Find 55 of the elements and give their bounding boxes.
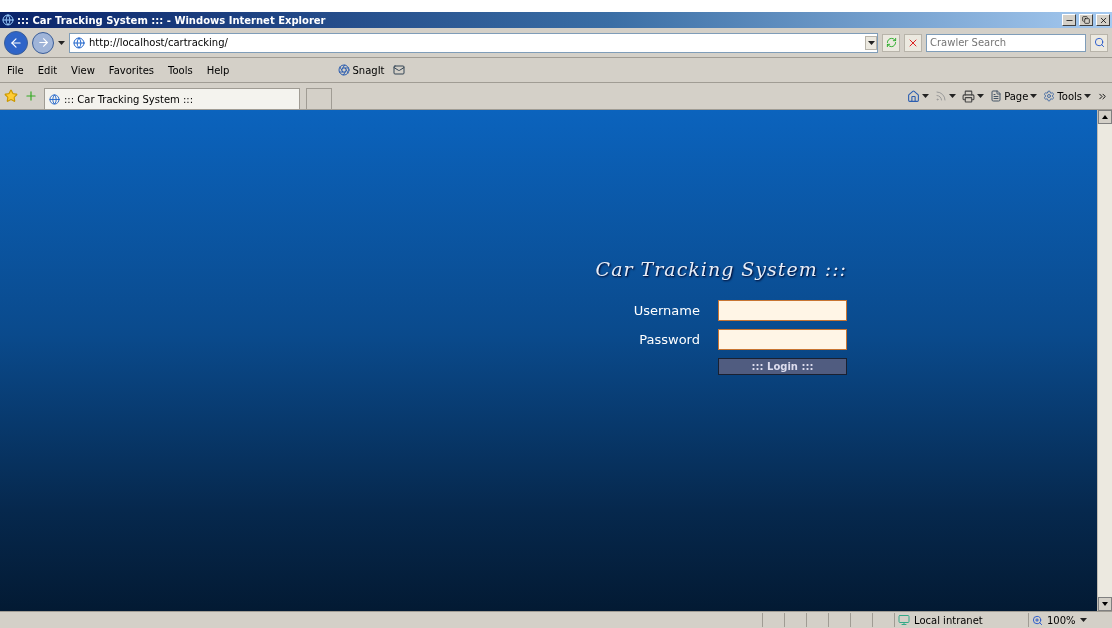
caret-icon[interactable] [949,94,957,98]
scroll-down-button[interactable] [1098,597,1112,611]
window-title: ::: Car Tracking System ::: - Windows Internet Explorer [17,14,327,26]
menu-item[interactable]: Help [203,64,233,76]
login-title: Car Tracking System ::: [595,258,847,280]
address-field[interactable]: http://localhost/cartracking/ [69,32,878,53]
input-field[interactable] [718,329,847,350]
zoom-button[interactable]: 100% [1047,614,1076,626]
refresh-icon [885,37,897,48]
forward-button[interactable] [32,31,54,54]
field-label: Password [639,332,700,347]
dropdown-button[interactable] [865,35,877,50]
envelope-icon[interactable] [392,64,405,76]
input-field[interactable] [718,300,847,321]
back-button[interactable] [4,30,28,55]
scrollbar[interactable] [1097,110,1112,611]
restore-icon [1082,16,1090,24]
search-icon [1093,37,1105,48]
caret-icon[interactable] [1084,94,1091,98]
url-text: http://localhost/cartracking/ [89,37,229,48]
browser-tab[interactable]: ::: Car Tracking System ::: [44,88,300,109]
caret-icon[interactable] [1030,94,1038,98]
close-button[interactable] [1096,14,1110,26]
snagit-button[interactable]: SnagIt [352,64,385,76]
dropdown-arrow-icon[interactable] [58,40,65,45]
close-icon [1098,15,1108,25]
restore-button[interactable] [1079,14,1093,26]
zone-text: Local intranet [914,614,983,626]
menu-item[interactable]: Favorites [105,64,157,76]
search-button[interactable] [1090,33,1108,52]
caret-icon [867,40,875,45]
printer-icon[interactable] [962,89,976,103]
menu-item[interactable]: Edit [34,64,61,76]
search-field[interactable]: Crawler Search [926,33,1086,52]
browser-logo-icon [2,14,14,26]
scroll-up-button[interactable] [1098,110,1112,124]
caret-icon[interactable] [1079,618,1087,622]
menu-item[interactable]: Tools [165,64,196,76]
menu-item[interactable]: View [68,64,98,76]
gear-icon [1043,90,1056,102]
menu-item[interactable]: File [4,64,27,76]
home-icon[interactable] [907,89,921,103]
network-icon [898,614,910,626]
command-button[interactable]: Page [1004,90,1029,102]
star-icon[interactable] [4,89,18,103]
caret-icon[interactable] [922,94,930,98]
forward-arrow-icon [36,36,50,49]
command-button[interactable]: Tools [1057,90,1082,102]
back-arrow-icon [9,35,23,50]
field-label: Username [633,303,700,318]
login-button[interactable]: ::: Login ::: [718,358,847,375]
zoom-icon[interactable] [1032,614,1043,626]
caret-icon[interactable] [977,94,985,98]
stop-button[interactable] [904,33,922,52]
minimize-button[interactable] [1062,14,1076,26]
